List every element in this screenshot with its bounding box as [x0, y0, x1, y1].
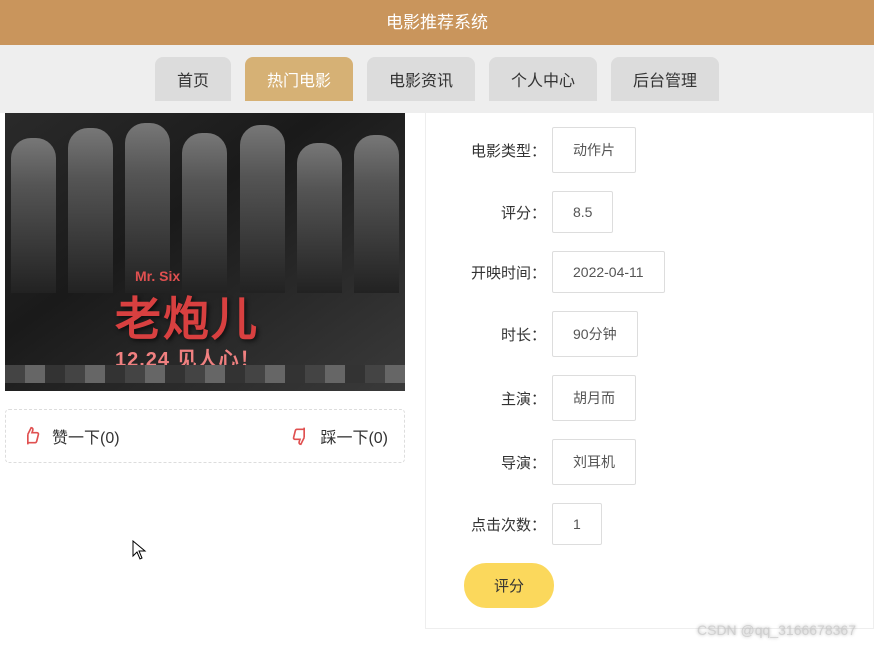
dislike-label: 踩一下(0) — [320, 424, 388, 448]
nav-admin[interactable]: 后台管理 — [611, 57, 719, 101]
nav-hot-movies[interactable]: 热门电影 — [245, 57, 353, 101]
detail-value-release: 2022-04-11 — [552, 251, 665, 293]
detail-value-type: 动作片 — [552, 127, 636, 173]
poster-title: 老炮儿 — [115, 283, 259, 349]
detail-label-director: 导演： — [446, 452, 546, 473]
header-title: 电影推荐系统 — [386, 13, 488, 32]
watermark: CSDN @qq_3166678367 — [697, 622, 856, 638]
thumbs-up-icon — [22, 426, 42, 446]
detail-label-rating: 评分： — [446, 202, 546, 223]
detail-value-rating: 8.5 — [552, 191, 613, 233]
poster-logo-strip — [5, 365, 405, 383]
main-nav: 首页 热门电影 电影资讯 个人中心 后台管理 — [0, 45, 874, 113]
detail-label-duration: 时长： — [446, 324, 546, 345]
nav-user-center[interactable]: 个人中心 — [489, 57, 597, 101]
detail-value-clicks: 1 — [552, 503, 602, 545]
dislike-button[interactable]: 踩一下(0) — [290, 424, 388, 448]
vote-bar: 赞一下(0) 踩一下(0) — [5, 409, 405, 463]
detail-value-starring: 胡月而 — [552, 375, 636, 421]
like-label: 赞一下(0) — [52, 424, 120, 448]
detail-value-duration: 90分钟 — [552, 311, 638, 357]
detail-label-clicks: 点击次数： — [446, 514, 546, 535]
detail-value-director: 刘耳机 — [552, 439, 636, 485]
rate-button[interactable]: 评分 — [464, 563, 554, 608]
movie-poster[interactable]: Mr. Six 老炮儿 12.24 见人心！ — [5, 113, 405, 391]
movie-details-panel: 电影类型： 动作片 评分： 8.5 开映时间： 2022-04-11 时长： 9… — [425, 113, 874, 629]
detail-label-starring: 主演： — [446, 388, 546, 409]
poster-subtitle: Mr. Six — [135, 268, 180, 284]
nav-movie-news[interactable]: 电影资讯 — [367, 57, 475, 101]
page-header: 电影推荐系统 — [0, 0, 874, 45]
thumbs-down-icon — [290, 426, 310, 446]
nav-home[interactable]: 首页 — [155, 57, 231, 101]
detail-label-type: 电影类型： — [446, 140, 546, 161]
like-button[interactable]: 赞一下(0) — [22, 424, 120, 448]
detail-label-release: 开映时间： — [446, 262, 546, 283]
